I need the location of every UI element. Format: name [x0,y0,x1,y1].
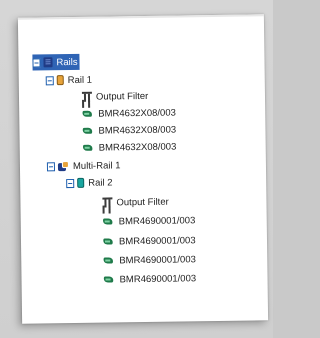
module-icon [82,127,94,135]
tree-item-label: Rail 2 [88,176,113,189]
collapse-toggle[interactable] [46,161,56,171]
tree-item-label: BMR4690001/003 [119,253,196,266]
tree-item-rail-2[interactable]: Rail 2 [66,174,113,191]
tree-item-label: BMR4632X08/003 [98,107,176,120]
collapse-toggle[interactable] [45,75,54,85]
tree-item-module[interactable]: BMR4632X08/003 [83,139,177,156]
tree-item-rails[interactable]: Rails [32,53,80,71]
tree-item-module[interactable]: BMR4690001/003 [103,232,196,249]
module-icon [103,275,115,283]
module-icon [103,237,115,245]
tree-item-label: Multi-Rail 1 [72,159,121,172]
tree-item-label: BMR4690001/003 [119,272,197,285]
output-filter-icon [82,92,92,102]
tree-item-label: BMR4632X08/003 [98,141,177,154]
tree-item-label: BMR4690001/003 [118,214,196,227]
tree-item-output-filter[interactable]: Output Filter [82,88,148,105]
output-filter-icon [102,197,112,207]
collapse-toggle[interactable] [32,57,41,68]
tree-item-label: BMR4690001/003 [118,234,196,247]
tree-item-module[interactable]: BMR4632X08/003 [82,122,176,139]
collapse-toggle[interactable] [66,178,75,188]
tree-item-label: Rail 1 [67,74,93,86]
module-icon [103,217,115,225]
tree-item-multi-rail-1[interactable]: Multi-Rail 1 [46,157,121,174]
tree-item-module[interactable]: BMR4690001/003 [103,212,196,229]
tree-item-output-filter[interactable]: Output Filter [102,194,168,211]
rail-orange-icon [56,75,64,86]
tree-item-label: BMR4632X08/003 [98,124,177,137]
tree-item-module[interactable]: BMR4632X08/003 [82,105,176,122]
module-icon [82,110,94,118]
rails-tree: Rails Rail 1 Output Filter BMR4632X08/00… [18,14,268,323]
rails-icon [43,57,53,68]
tree-item-label: Rails [56,56,78,68]
tree-item-rail-1[interactable]: Rail 1 [45,72,93,89]
multi-rail-icon [58,161,69,172]
tree-item-label: Output Filter [95,90,149,103]
tree-item-label: Output Filter [116,196,169,208]
tree-item-module[interactable]: BMR4690001/003 [103,270,196,287]
screenshot-stage: Rails Rail 1 Output Filter BMR4632X08/00… [0,0,273,338]
tree-item-module[interactable]: BMR4690001/003 [103,251,196,268]
module-icon [83,144,95,152]
rail-teal-icon [77,177,85,188]
module-icon [103,256,115,264]
tree-panel: Rails Rail 1 Output Filter BMR4632X08/00… [17,14,269,324]
